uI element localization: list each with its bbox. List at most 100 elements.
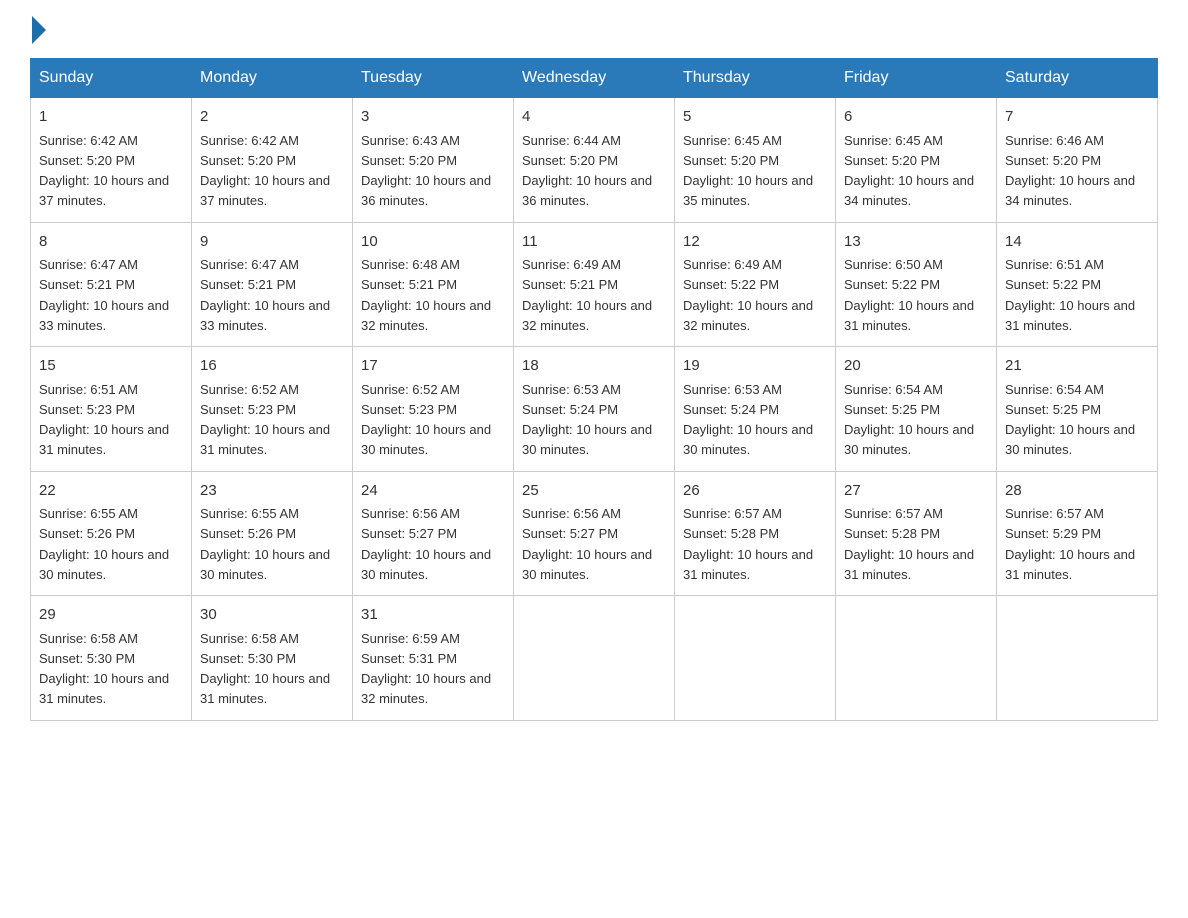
day-header-thursday: Thursday bbox=[675, 59, 836, 98]
calendar-cell: 12 Sunrise: 6:49 AMSunset: 5:22 PMDaylig… bbox=[675, 222, 836, 347]
day-info: Sunrise: 6:53 AMSunset: 5:24 PMDaylight:… bbox=[522, 382, 652, 458]
day-number: 24 bbox=[361, 480, 505, 503]
calendar-cell: 2 Sunrise: 6:42 AMSunset: 5:20 PMDayligh… bbox=[192, 98, 353, 223]
day-number: 29 bbox=[39, 604, 183, 627]
calendar-cell: 14 Sunrise: 6:51 AMSunset: 5:22 PMDaylig… bbox=[997, 222, 1158, 347]
calendar-cell: 22 Sunrise: 6:55 AMSunset: 5:26 PMDaylig… bbox=[31, 471, 192, 596]
calendar-cell: 31 Sunrise: 6:59 AMSunset: 5:31 PMDaylig… bbox=[353, 596, 514, 721]
day-info: Sunrise: 6:52 AMSunset: 5:23 PMDaylight:… bbox=[200, 382, 330, 458]
day-info: Sunrise: 6:59 AMSunset: 5:31 PMDaylight:… bbox=[361, 631, 491, 707]
day-header-monday: Monday bbox=[192, 59, 353, 98]
day-header-friday: Friday bbox=[836, 59, 997, 98]
day-info: Sunrise: 6:55 AMSunset: 5:26 PMDaylight:… bbox=[39, 506, 169, 582]
calendar-cell: 27 Sunrise: 6:57 AMSunset: 5:28 PMDaylig… bbox=[836, 471, 997, 596]
day-info: Sunrise: 6:49 AMSunset: 5:21 PMDaylight:… bbox=[522, 257, 652, 333]
day-number: 25 bbox=[522, 480, 666, 503]
day-number: 15 bbox=[39, 355, 183, 378]
day-number: 8 bbox=[39, 231, 183, 254]
day-info: Sunrise: 6:52 AMSunset: 5:23 PMDaylight:… bbox=[361, 382, 491, 458]
calendar-week-5: 29 Sunrise: 6:58 AMSunset: 5:30 PMDaylig… bbox=[31, 596, 1158, 721]
day-info: Sunrise: 6:54 AMSunset: 5:25 PMDaylight:… bbox=[1005, 382, 1135, 458]
day-number: 23 bbox=[200, 480, 344, 503]
logo bbox=[30, 20, 46, 38]
calendar-cell: 13 Sunrise: 6:50 AMSunset: 5:22 PMDaylig… bbox=[836, 222, 997, 347]
calendar-cell: 21 Sunrise: 6:54 AMSunset: 5:25 PMDaylig… bbox=[997, 347, 1158, 472]
day-number: 21 bbox=[1005, 355, 1149, 378]
day-number: 7 bbox=[1005, 106, 1149, 129]
day-header-sunday: Sunday bbox=[31, 59, 192, 98]
calendar-cell: 1 Sunrise: 6:42 AMSunset: 5:20 PMDayligh… bbox=[31, 98, 192, 223]
day-info: Sunrise: 6:50 AMSunset: 5:22 PMDaylight:… bbox=[844, 257, 974, 333]
day-info: Sunrise: 6:47 AMSunset: 5:21 PMDaylight:… bbox=[39, 257, 169, 333]
calendar-table: SundayMondayTuesdayWednesdayThursdayFrid… bbox=[30, 58, 1158, 721]
calendar-cell bbox=[836, 596, 997, 721]
calendar-cell: 19 Sunrise: 6:53 AMSunset: 5:24 PMDaylig… bbox=[675, 347, 836, 472]
day-info: Sunrise: 6:56 AMSunset: 5:27 PMDaylight:… bbox=[361, 506, 491, 582]
calendar-week-1: 1 Sunrise: 6:42 AMSunset: 5:20 PMDayligh… bbox=[31, 98, 1158, 223]
day-info: Sunrise: 6:58 AMSunset: 5:30 PMDaylight:… bbox=[39, 631, 169, 707]
day-number: 14 bbox=[1005, 231, 1149, 254]
day-info: Sunrise: 6:54 AMSunset: 5:25 PMDaylight:… bbox=[844, 382, 974, 458]
day-number: 3 bbox=[361, 106, 505, 129]
day-info: Sunrise: 6:45 AMSunset: 5:20 PMDaylight:… bbox=[844, 133, 974, 209]
day-info: Sunrise: 6:57 AMSunset: 5:28 PMDaylight:… bbox=[844, 506, 974, 582]
day-number: 6 bbox=[844, 106, 988, 129]
calendar-cell: 7 Sunrise: 6:46 AMSunset: 5:20 PMDayligh… bbox=[997, 98, 1158, 223]
calendar-cell: 3 Sunrise: 6:43 AMSunset: 5:20 PMDayligh… bbox=[353, 98, 514, 223]
day-number: 26 bbox=[683, 480, 827, 503]
calendar-week-2: 8 Sunrise: 6:47 AMSunset: 5:21 PMDayligh… bbox=[31, 222, 1158, 347]
day-number: 2 bbox=[200, 106, 344, 129]
calendar-cell: 24 Sunrise: 6:56 AMSunset: 5:27 PMDaylig… bbox=[353, 471, 514, 596]
calendar-cell: 23 Sunrise: 6:55 AMSunset: 5:26 PMDaylig… bbox=[192, 471, 353, 596]
calendar-cell bbox=[997, 596, 1158, 721]
day-info: Sunrise: 6:48 AMSunset: 5:21 PMDaylight:… bbox=[361, 257, 491, 333]
calendar-cell: 4 Sunrise: 6:44 AMSunset: 5:20 PMDayligh… bbox=[514, 98, 675, 223]
day-number: 17 bbox=[361, 355, 505, 378]
calendar-cell bbox=[514, 596, 675, 721]
calendar-cell: 10 Sunrise: 6:48 AMSunset: 5:21 PMDaylig… bbox=[353, 222, 514, 347]
calendar-cell bbox=[675, 596, 836, 721]
day-number: 18 bbox=[522, 355, 666, 378]
calendar-cell: 8 Sunrise: 6:47 AMSunset: 5:21 PMDayligh… bbox=[31, 222, 192, 347]
calendar-cell: 20 Sunrise: 6:54 AMSunset: 5:25 PMDaylig… bbox=[836, 347, 997, 472]
day-number: 28 bbox=[1005, 480, 1149, 503]
day-info: Sunrise: 6:55 AMSunset: 5:26 PMDaylight:… bbox=[200, 506, 330, 582]
day-info: Sunrise: 6:56 AMSunset: 5:27 PMDaylight:… bbox=[522, 506, 652, 582]
page-header bbox=[30, 20, 1158, 38]
day-number: 22 bbox=[39, 480, 183, 503]
day-number: 31 bbox=[361, 604, 505, 627]
calendar-cell: 18 Sunrise: 6:53 AMSunset: 5:24 PMDaylig… bbox=[514, 347, 675, 472]
day-info: Sunrise: 6:43 AMSunset: 5:20 PMDaylight:… bbox=[361, 133, 491, 209]
calendar-cell: 28 Sunrise: 6:57 AMSunset: 5:29 PMDaylig… bbox=[997, 471, 1158, 596]
calendar-cell: 15 Sunrise: 6:51 AMSunset: 5:23 PMDaylig… bbox=[31, 347, 192, 472]
day-header-saturday: Saturday bbox=[997, 59, 1158, 98]
logo-triangle-icon bbox=[32, 16, 46, 44]
calendar-week-3: 15 Sunrise: 6:51 AMSunset: 5:23 PMDaylig… bbox=[31, 347, 1158, 472]
day-info: Sunrise: 6:58 AMSunset: 5:30 PMDaylight:… bbox=[200, 631, 330, 707]
day-header-wednesday: Wednesday bbox=[514, 59, 675, 98]
day-info: Sunrise: 6:57 AMSunset: 5:28 PMDaylight:… bbox=[683, 506, 813, 582]
calendar-cell: 25 Sunrise: 6:56 AMSunset: 5:27 PMDaylig… bbox=[514, 471, 675, 596]
day-info: Sunrise: 6:44 AMSunset: 5:20 PMDaylight:… bbox=[522, 133, 652, 209]
day-number: 12 bbox=[683, 231, 827, 254]
day-info: Sunrise: 6:46 AMSunset: 5:20 PMDaylight:… bbox=[1005, 133, 1135, 209]
day-info: Sunrise: 6:45 AMSunset: 5:20 PMDaylight:… bbox=[683, 133, 813, 209]
calendar-cell: 16 Sunrise: 6:52 AMSunset: 5:23 PMDaylig… bbox=[192, 347, 353, 472]
day-number: 27 bbox=[844, 480, 988, 503]
day-number: 19 bbox=[683, 355, 827, 378]
day-number: 16 bbox=[200, 355, 344, 378]
day-number: 4 bbox=[522, 106, 666, 129]
day-info: Sunrise: 6:53 AMSunset: 5:24 PMDaylight:… bbox=[683, 382, 813, 458]
calendar-cell: 9 Sunrise: 6:47 AMSunset: 5:21 PMDayligh… bbox=[192, 222, 353, 347]
calendar-cell: 6 Sunrise: 6:45 AMSunset: 5:20 PMDayligh… bbox=[836, 98, 997, 223]
calendar-cell: 11 Sunrise: 6:49 AMSunset: 5:21 PMDaylig… bbox=[514, 222, 675, 347]
day-info: Sunrise: 6:51 AMSunset: 5:23 PMDaylight:… bbox=[39, 382, 169, 458]
calendar-cell: 30 Sunrise: 6:58 AMSunset: 5:30 PMDaylig… bbox=[192, 596, 353, 721]
day-header-tuesday: Tuesday bbox=[353, 59, 514, 98]
calendar-cell: 29 Sunrise: 6:58 AMSunset: 5:30 PMDaylig… bbox=[31, 596, 192, 721]
calendar-cell: 17 Sunrise: 6:52 AMSunset: 5:23 PMDaylig… bbox=[353, 347, 514, 472]
day-number: 9 bbox=[200, 231, 344, 254]
day-info: Sunrise: 6:42 AMSunset: 5:20 PMDaylight:… bbox=[39, 133, 169, 209]
day-info: Sunrise: 6:51 AMSunset: 5:22 PMDaylight:… bbox=[1005, 257, 1135, 333]
day-info: Sunrise: 6:49 AMSunset: 5:22 PMDaylight:… bbox=[683, 257, 813, 333]
